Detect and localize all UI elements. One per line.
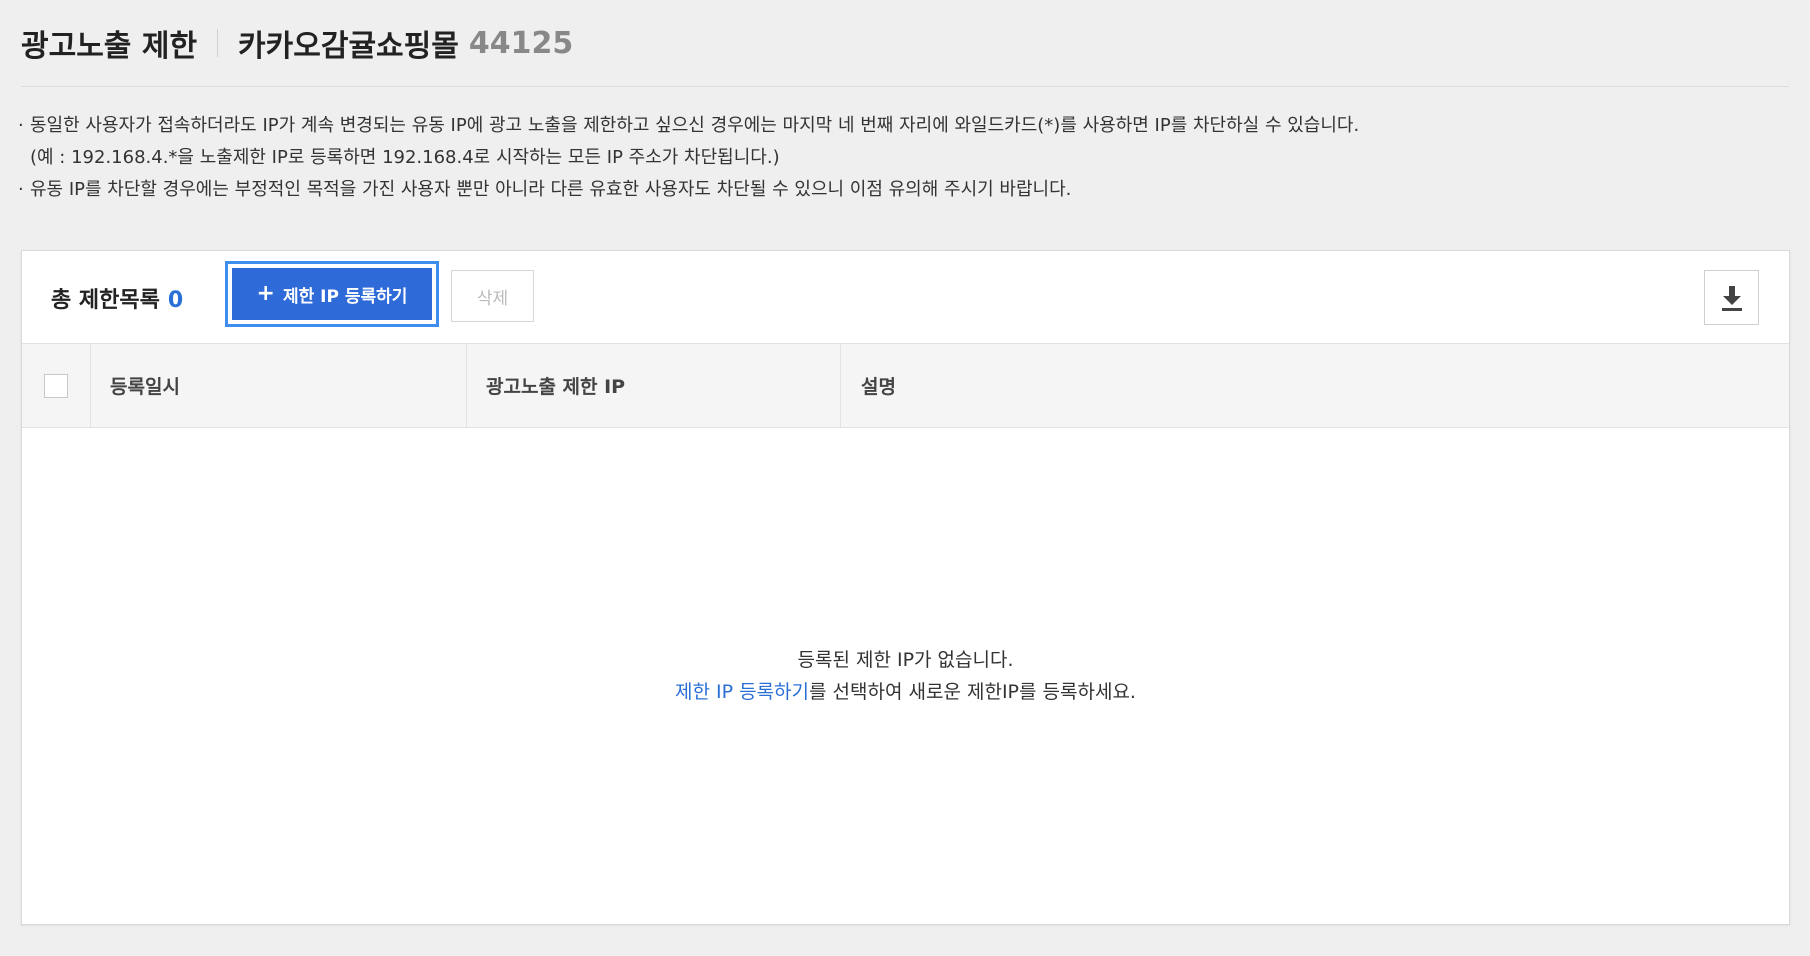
empty-state: 등록된 제한 IP가 없습니다. 제한 IP 등록하기를 선택하여 새로운 제한… bbox=[22, 428, 1789, 923]
notice-line-1: · 동일한 사용자가 접속하더라도 IP가 계속 변경되는 유동 IP에 광고 노… bbox=[18, 110, 1788, 142]
list-toolbar: 총 제한목록 0 + 제한 IP 등록하기 삭제 bbox=[22, 251, 1789, 343]
empty-hint-suffix: 를 선택하여 새로운 제한IP를 등록하세요. bbox=[809, 680, 1136, 703]
page-title: 광고노출 제한 bbox=[21, 29, 198, 64]
header-divider bbox=[21, 86, 1789, 87]
delete-button[interactable]: 삭제 bbox=[451, 270, 534, 322]
store-name: 카카오감귤쇼핑몰 bbox=[238, 29, 459, 64]
notice-text-1: 동일한 사용자가 접속하더라도 IP가 계속 변경되는 유동 IP에 광고 노출… bbox=[30, 115, 1360, 136]
empty-hint: 제한 IP 등록하기를 선택하여 새로운 제한IP를 등록하세요. bbox=[675, 676, 1136, 708]
total-label-text: 총 제한목록 bbox=[51, 288, 160, 313]
register-ip-button[interactable]: + 제한 IP 등록하기 bbox=[232, 268, 432, 320]
restriction-list-panel: 총 제한목록 0 + 제한 IP 등록하기 삭제 등록일시 광고노출 제한 IP … bbox=[21, 250, 1790, 925]
bullet-icon: · bbox=[18, 115, 24, 136]
select-all-checkbox[interactable] bbox=[44, 373, 68, 398]
plus-icon: + bbox=[256, 281, 275, 306]
column-header-ip[interactable]: 광고노출 제한 IP bbox=[467, 344, 841, 427]
notice-box: · 동일한 사용자가 접속하더라도 IP가 계속 변경되는 유동 IP에 광고 노… bbox=[18, 110, 1788, 206]
table-header: 등록일시 광고노출 제한 IP 설명 bbox=[22, 343, 1789, 428]
bullet-icon: · bbox=[18, 179, 24, 200]
notice-line-3: · 유동 IP를 차단할 경우에는 부정적인 목적을 가진 사용자 뿐만 아니라 … bbox=[18, 174, 1788, 206]
empty-register-link[interactable]: 제한 IP 등록하기 bbox=[675, 681, 809, 703]
total-count: 0 bbox=[167, 288, 184, 313]
register-button-focus-ring: + 제한 IP 등록하기 bbox=[225, 261, 439, 327]
column-header-description[interactable]: 설명 bbox=[841, 344, 1789, 427]
download-icon bbox=[1721, 285, 1742, 311]
notice-line-2: (예 : 192.168.4.*을 노출제한 IP로 등록하면 192.168.… bbox=[18, 142, 1788, 174]
title-divider bbox=[217, 29, 219, 57]
store-id: 44125 bbox=[468, 25, 574, 61]
header-checkbox-cell bbox=[22, 344, 91, 427]
empty-message: 등록된 제한 IP가 없습니다. bbox=[797, 648, 1014, 671]
download-button[interactable] bbox=[1704, 270, 1759, 325]
notice-text-2: (예 : 192.168.4.*을 노출제한 IP로 등록하면 192.168.… bbox=[30, 147, 780, 168]
page-header: 광고노출 제한 카카오감귤쇼핑몰 44125 bbox=[21, 20, 573, 66]
column-header-date[interactable]: 등록일시 bbox=[91, 344, 467, 427]
notice-text-3: 유동 IP를 차단할 경우에는 부정적인 목적을 가진 사용자 뿐만 아니라 다… bbox=[30, 179, 1072, 200]
register-ip-label: 제한 IP 등록하기 bbox=[282, 286, 408, 307]
total-count-label: 총 제한목록 0 bbox=[51, 282, 183, 314]
